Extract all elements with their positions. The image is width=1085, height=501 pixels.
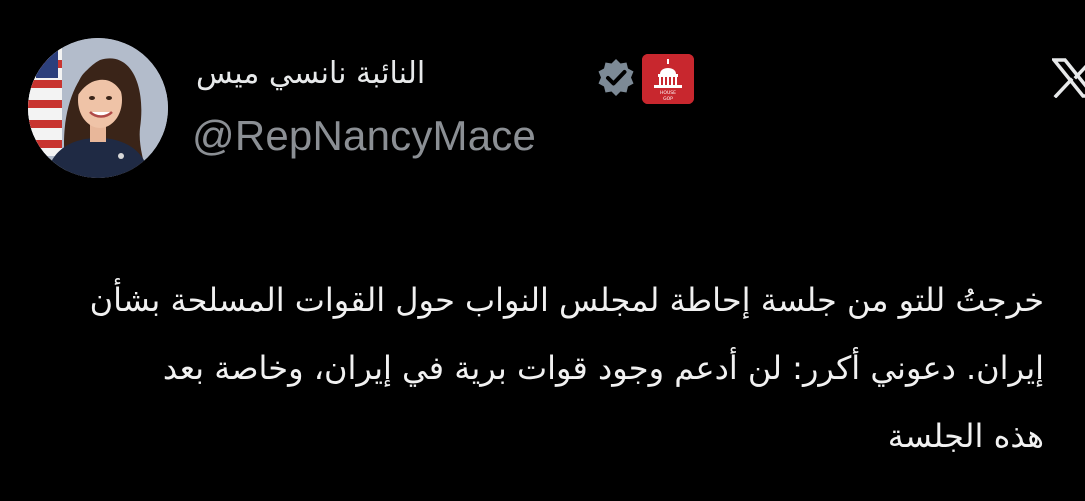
tweet-text: خرجتُ للتو من جلسة إحاطة لمجلس النواب حو… <box>24 266 1044 470</box>
house-gop-badge-icon[interactable]: HOUSE GOP <box>642 54 694 104</box>
author-avatar[interactable] <box>28 38 168 178</box>
author-display-name[interactable]: النائبة نانسي ميس <box>196 56 446 91</box>
tweet-text-line: هذه الجلسة <box>887 417 1044 455</box>
tweet-text-line: إيران. دعوني أكرر: لن أدعم وجود قوات بري… <box>162 349 1044 387</box>
tweet-text-line: خرجتُ للتو من جلسة إحاطة لمجلس النواب حو… <box>89 281 1044 319</box>
x-logo-icon[interactable] <box>1052 58 1085 98</box>
profile-photo <box>28 38 168 178</box>
affiliation-badge-text: HOUSE <box>660 90 676 96</box>
affiliation-badge-text-2: GOP <box>663 96 673 102</box>
author-handle[interactable]: @RepNancyMace <box>192 112 536 160</box>
tweet-card: النائبة نانسي ميس HOUSE GOP @RepNancyMac… <box>0 0 1085 501</box>
verified-badge-icon <box>594 56 638 100</box>
